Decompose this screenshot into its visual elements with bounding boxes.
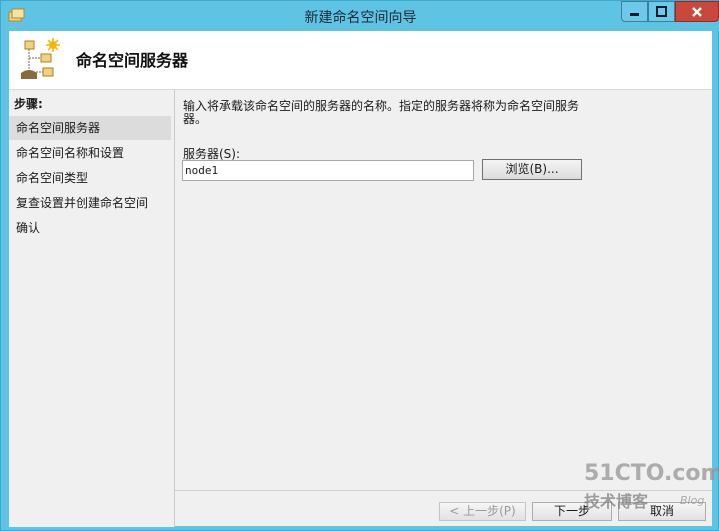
main-panel: 输入将承载该命名空间的服务器的名称。指定的服务器将称为命名空间服务器。 服务器(… [175,90,712,490]
step-review-create[interactable]: 复查设置并创建命名空间 [9,191,171,215]
footer-divider [175,490,712,491]
wizard-window: 新建命名空间向导 命名空间服务器 步骤: 命名空间服务器 命名空间名称和设置 命… [0,0,719,531]
previous-button[interactable]: < 上一步(P) [439,502,526,521]
wizard-body: 步骤: 命名空间服务器 命名空间名称和设置 命名空间类型 复查设置并创建命名空间… [9,89,712,527]
title-bar[interactable]: 新建命名空间向导 [1,1,719,31]
step-namespace-type[interactable]: 命名空间类型 [9,166,171,190]
instruction-text: 输入将承载该命名空间的服务器的名称。指定的服务器将称为命名空间服务器。 [183,99,580,126]
step-namespace-name-settings[interactable]: 命名空间名称和设置 [9,141,171,165]
next-button[interactable]: 下一步 [532,502,612,521]
steps-panel: 步骤: 命名空间服务器 命名空间名称和设置 命名空间类型 复查设置并创建命名空间… [9,90,175,527]
maximize-icon [656,6,667,17]
minimize-button[interactable] [621,1,648,22]
window-title: 新建命名空间向导 [304,10,417,26]
minimize-icon [630,12,639,16]
steps-heading: 步骤: [14,97,43,111]
maximize-button[interactable] [648,1,675,22]
wizard-header: 命名空间服务器 [9,31,712,89]
cancel-button[interactable]: 取消 [618,502,706,521]
page-title: 命名空间服务器 [76,51,189,70]
close-button[interactable] [675,1,719,22]
browse-button[interactable]: 浏览(B)... [482,159,582,180]
close-icon [692,6,702,17]
step-confirmation[interactable]: 确认 [9,216,171,240]
step-namespace-server[interactable]: 命名空间服务器 [9,116,171,140]
server-input[interactable]: node1 [182,160,474,181]
namespace-wizard-icon [19,37,65,83]
